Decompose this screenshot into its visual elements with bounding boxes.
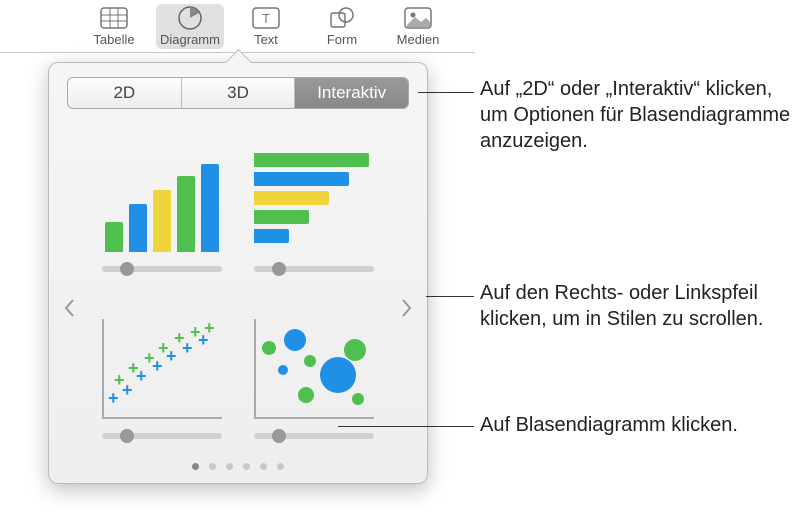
page-dot[interactable]: [226, 463, 233, 470]
toolbar-item-shape[interactable]: Form: [308, 4, 376, 49]
chart-options-grid: + + + + + + + + + + + + + +: [49, 121, 427, 461]
chart-option-bubble[interactable]: [245, 298, 383, 451]
toolbar-label: Text: [254, 32, 278, 47]
chart-option-vertical-bar[interactable]: [93, 131, 231, 284]
style-slider[interactable]: [254, 266, 374, 272]
page-dot[interactable]: [277, 463, 284, 470]
callout-line: [426, 296, 474, 297]
tab-2d[interactable]: 2D: [68, 78, 182, 108]
toolbar-item-media[interactable]: Medien: [384, 4, 452, 49]
main-toolbar: Tabelle Diagramm T Text Form Medien: [80, 0, 452, 49]
chart-icon: [174, 6, 206, 30]
toolbar-label: Form: [327, 32, 357, 47]
chart-option-scatter[interactable]: + + + + + + + + + + + + + +: [93, 298, 231, 451]
chart-picker-popover: 2D 3D Interaktiv: [48, 62, 428, 484]
tab-interactive[interactable]: Interaktiv: [295, 78, 408, 108]
style-slider[interactable]: [102, 266, 222, 272]
page-indicator[interactable]: [49, 463, 427, 470]
callout-line: [418, 92, 474, 93]
page-dot[interactable]: [192, 463, 199, 470]
chart-option-horizontal-bar[interactable]: [245, 131, 383, 284]
page-dot[interactable]: [209, 463, 216, 470]
toolbar-label: Tabelle: [93, 32, 134, 47]
scatter-preview: + + + + + + + + + + + + + +: [97, 311, 227, 419]
chart-type-segmented-control: 2D 3D Interaktiv: [67, 77, 409, 109]
tab-3d[interactable]: 3D: [182, 78, 296, 108]
callout-arrows: Auf den Rechts- oder Linkspfeil klicken,…: [480, 280, 810, 332]
toolbar-item-chart[interactable]: Diagramm: [156, 4, 224, 49]
toolbar-item-text[interactable]: T Text: [232, 4, 300, 49]
bubble-preview: [249, 311, 379, 419]
vertical-bar-preview: [97, 144, 227, 252]
callout-tabs: Auf „2D“ oder „Interaktiv“ klicken, um O…: [480, 76, 800, 154]
toolbar-item-table[interactable]: Tabelle: [80, 4, 148, 49]
chevron-right-icon[interactable]: [397, 293, 417, 323]
callout-bubble: Auf Blasendiagramm klicken.: [480, 412, 800, 438]
style-slider[interactable]: [102, 433, 222, 439]
style-slider[interactable]: [254, 433, 374, 439]
callout-line: [338, 426, 474, 427]
page-dot[interactable]: [243, 463, 250, 470]
page-dot[interactable]: [260, 463, 267, 470]
shape-icon: [326, 6, 358, 30]
chevron-left-icon[interactable]: [59, 293, 79, 323]
svg-text:T: T: [262, 11, 270, 26]
text-icon: T: [250, 6, 282, 30]
media-icon: [402, 6, 434, 30]
toolbar-label: Diagramm: [160, 32, 220, 47]
table-icon: [98, 6, 130, 30]
horizontal-bar-preview: [249, 144, 379, 252]
toolbar-label: Medien: [397, 32, 440, 47]
